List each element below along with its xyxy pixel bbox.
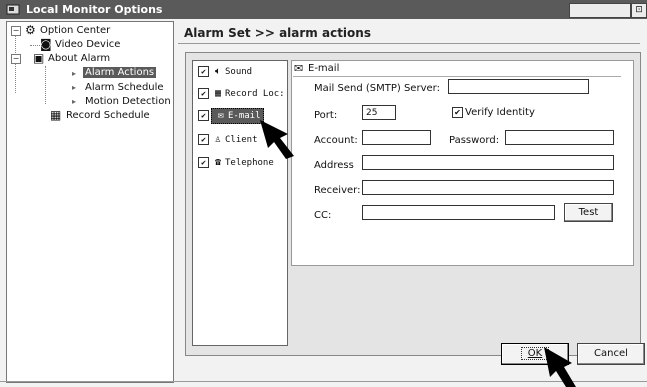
smtp-server-field[interactable]: [448, 79, 589, 94]
alarm-icon: ▣: [33, 51, 45, 65]
telephone-icon: ☎: [214, 157, 222, 168]
camera-icon: ◙: [40, 37, 52, 51]
envelope-icon: ✉: [294, 62, 304, 75]
verify-identity-checkbox[interactable]: ✔: [452, 107, 463, 118]
pointer-arrow-icon: [544, 347, 576, 387]
title-bar: Local Monitor Options ⊡: [0, 0, 647, 19]
action-item-record[interactable]: ✔ ▦ Record Loc:: [198, 88, 285, 99]
tree-item-label: Alarm Actions: [83, 67, 157, 78]
checkbox[interactable]: ✔: [198, 66, 209, 77]
password-label: Password:: [449, 135, 500, 146]
verify-identity-label: Verify Identity: [465, 107, 535, 118]
breadcrumb: Alarm Set >> alarm actions: [184, 26, 371, 40]
account-field[interactable]: [362, 130, 431, 145]
tree-item-label: Motion Detection: [85, 96, 171, 107]
divider: [178, 43, 640, 44]
record-icon: ▦: [50, 108, 62, 122]
address-label: Address: [314, 160, 354, 171]
collapse-toggle[interactable]: −: [11, 26, 21, 36]
action-item-client[interactable]: ✔ ♙ Client: [198, 134, 258, 145]
port-label: Port:: [314, 110, 338, 121]
cancel-button[interactable]: Cancel: [577, 343, 645, 365]
tree-item-label: Option Center: [40, 25, 111, 36]
record-icon: ▦: [214, 88, 222, 99]
tree-line: [15, 35, 16, 93]
pointer-arrow-icon: [260, 120, 294, 159]
smtp-label: Mail Send (SMTP) Server:: [314, 83, 440, 94]
action-item-sound[interactable]: ✔ 🔈︎ Sound: [198, 66, 252, 77]
account-label: Account:: [314, 135, 358, 146]
tree-item-label: Video Device: [55, 39, 121, 50]
checkbox[interactable]: ✔: [198, 110, 209, 121]
password-field[interactable]: [505, 130, 614, 145]
title-bar-control[interactable]: [569, 3, 631, 18]
speaker-icon: 🔈︎: [215, 66, 221, 77]
window-title: Local Monitor Options: [26, 3, 163, 16]
gear-icon: ⚙: [25, 23, 36, 37]
receiver-label: Receiver:: [314, 185, 361, 196]
client-icon: ♙: [214, 134, 222, 145]
tree-item-label: Record Schedule: [66, 110, 150, 121]
bullet-icon: ▸: [72, 97, 77, 106]
collapse-toggle[interactable]: −: [11, 54, 21, 64]
close-button[interactable]: ⊡: [631, 3, 647, 18]
bullet-icon: ▸: [72, 69, 77, 78]
cc-label: CC:: [314, 210, 332, 221]
checkbox[interactable]: ✔: [198, 88, 209, 99]
cc-field[interactable]: [362, 205, 555, 220]
form-header: E-mail: [308, 63, 340, 74]
bullet-icon: ▸: [72, 83, 77, 92]
tree-item-label: About Alarm: [48, 53, 111, 64]
action-item-selected: ✉ E-mail: [211, 108, 264, 124]
tree-item-label: Alarm Schedule: [85, 82, 164, 93]
action-item-email[interactable]: ✔ ✉ E-mail: [198, 108, 264, 124]
checkbox[interactable]: ✔: [198, 134, 209, 145]
tree-line: [45, 66, 46, 104]
checkbox[interactable]: ✔: [198, 157, 209, 168]
envelope-icon: ✉: [217, 110, 225, 121]
test-button[interactable]: Test: [564, 203, 613, 222]
address-field[interactable]: [362, 155, 614, 170]
divider: [293, 76, 621, 77]
port-field[interactable]: 25: [362, 105, 396, 120]
action-list: [192, 60, 288, 346]
app-icon: [6, 4, 20, 15]
receiver-field[interactable]: [362, 180, 614, 195]
